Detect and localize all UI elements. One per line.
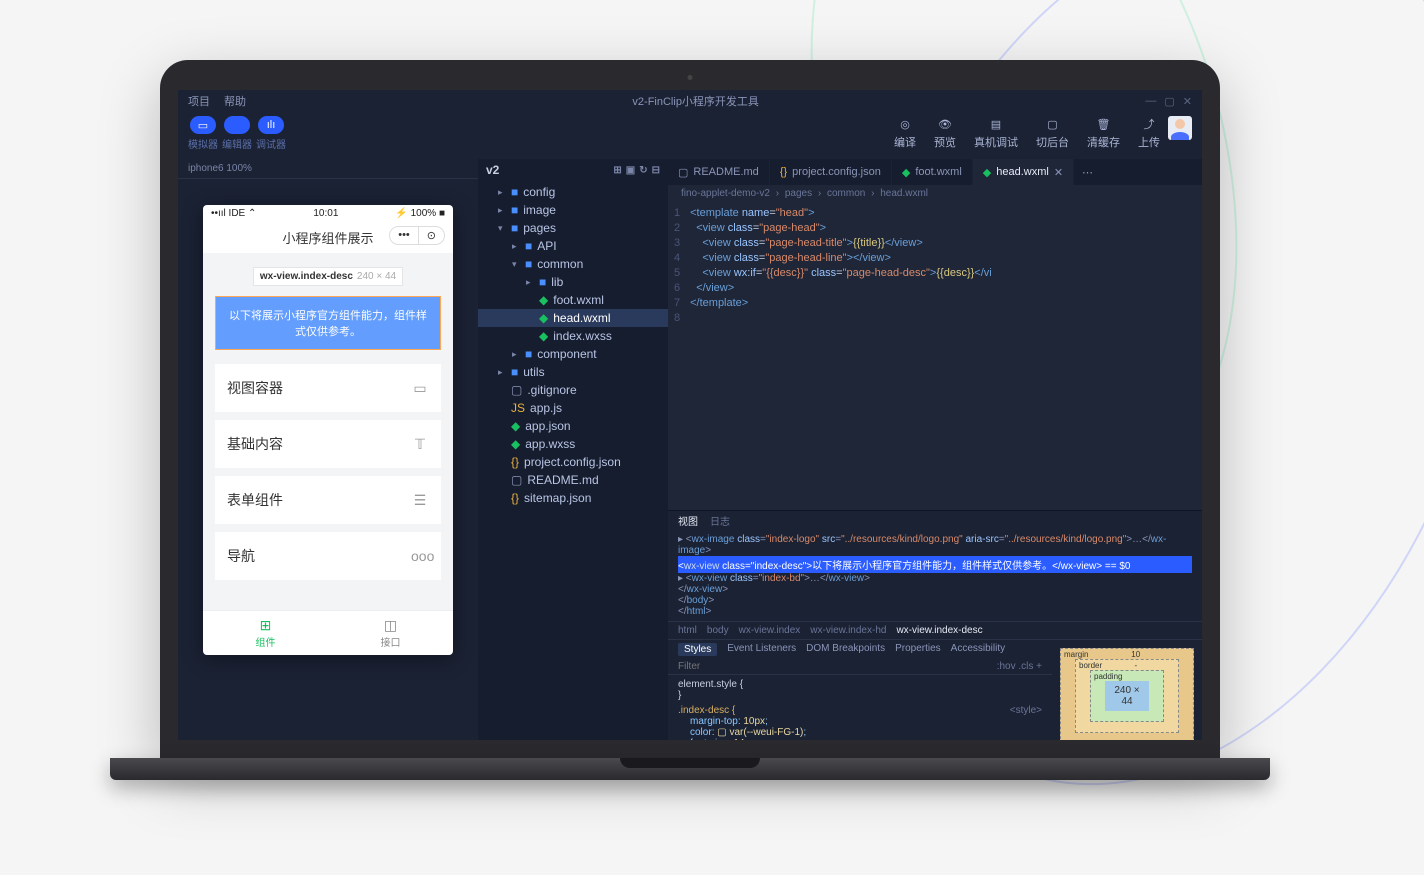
devtools-tab-view[interactable]: 视图: [678, 513, 698, 528]
tree-folder[interactable]: ▾■common: [478, 255, 668, 273]
devtools-subtab[interactable]: Event Listeners: [727, 643, 796, 656]
simulator-device-label: iphone6 100%: [178, 159, 478, 179]
toolbar-action-2[interactable]: ▤真机调试: [974, 116, 1018, 150]
capsule: ••• ⊙: [389, 226, 445, 245]
tree-file[interactable]: JSapp.js: [478, 399, 668, 417]
toolbar: ▭模拟器编辑器ılı调试器 ◎编译 👁预览 ▤真机调试 ▢切后台 🗑清缓存 ⤴上传: [178, 112, 1202, 159]
menu-item[interactable]: 视图容器▭: [215, 364, 441, 412]
tree-file[interactable]: ▢README.md: [478, 471, 668, 489]
devtools-panel: 视图 日志 ▸ <wx-image class="index-logo" src…: [668, 510, 1202, 740]
tree-folder[interactable]: ▸■API: [478, 237, 668, 255]
phone-preview: ••ııl IDE ⌃ 10:01 ⚡ 100% ■ 小程序组件展示 ••• ⊙: [203, 205, 453, 655]
simulator-panel: iphone6 100% ••ııl IDE ⌃ 10:01 ⚡ 100% ■ …: [178, 159, 478, 740]
dom-crumb[interactable]: wx-view.index: [739, 625, 801, 636]
menu-project[interactable]: 项目: [188, 93, 210, 109]
dom-crumb[interactable]: body: [707, 625, 729, 636]
tree-folder[interactable]: ▾■pages: [478, 219, 668, 237]
tree-folder[interactable]: ▸■image: [478, 201, 668, 219]
new-folder-icon[interactable]: ▣: [626, 165, 635, 176]
selected-element-highlight[interactable]: 以下将展示小程序官方组件能力，组件样式仅供参考。: [215, 296, 441, 350]
editor-tab[interactable]: ▢README.md: [668, 159, 770, 185]
dom-crumb[interactable]: wx-view.index-desc: [896, 625, 982, 636]
tree-folder[interactable]: ▸■utils: [478, 363, 668, 381]
dom-tree[interactable]: ▸ <wx-image class="index-logo" src="../r…: [668, 530, 1202, 621]
editor-panel: ▢README.md{}project.config.json◆foot.wxm…: [668, 159, 1202, 740]
breadcrumb: fino-applet-demo-v2 › pages › common › h…: [668, 185, 1202, 202]
devtools-tab-log[interactable]: 日志: [710, 513, 730, 528]
inspect-tooltip: wx-view.index-desc240 × 44: [253, 267, 403, 286]
tree-file[interactable]: ▢.gitignore: [478, 381, 668, 399]
phone-tab-0[interactable]: ⊞组件: [203, 611, 328, 655]
tree-file[interactable]: ◆app.wxss: [478, 435, 668, 453]
tabs-more-icon[interactable]: ⋯: [1074, 166, 1101, 179]
tree-file[interactable]: ◆index.wxss: [478, 327, 668, 345]
collapse-icon[interactable]: ⊟: [652, 165, 660, 176]
avatar[interactable]: [1168, 116, 1192, 140]
tree-file[interactable]: {}sitemap.json: [478, 489, 668, 507]
menu-help[interactable]: 帮助: [224, 93, 246, 109]
minimize-icon[interactable]: —: [1145, 95, 1156, 108]
editor-tab[interactable]: ◆head.wxml✕: [973, 159, 1074, 185]
toolbar-mode-0[interactable]: ▭模拟器: [188, 116, 218, 151]
css-rules[interactable]: element.style {} <style> .index-desc { m…: [668, 675, 1052, 740]
maximize-icon[interactable]: ▢: [1164, 95, 1174, 108]
menu-item[interactable]: 表单组件☰: [215, 476, 441, 524]
dom-crumb[interactable]: wx-view.index-hd: [810, 625, 886, 636]
tree-folder[interactable]: ▸■component: [478, 345, 668, 363]
tree-folder[interactable]: ▸■config: [478, 183, 668, 201]
hov-toggle[interactable]: :hov: [997, 661, 1016, 672]
tab-close-icon[interactable]: ✕: [1054, 166, 1063, 179]
devtools-subtab[interactable]: DOM Breakpoints: [806, 643, 885, 656]
tree-root-name[interactable]: v2: [486, 163, 499, 177]
tree-file[interactable]: ◆app.json: [478, 417, 668, 435]
menubar: 项目 帮助 v2-FinClip小程序开发工具 — ▢ ✕: [178, 90, 1202, 112]
devtools-subtab[interactable]: Styles: [678, 643, 717, 656]
app-screen: 项目 帮助 v2-FinClip小程序开发工具 — ▢ ✕ ▭模拟器编辑器ılı…: [178, 90, 1202, 740]
status-signal: ••ııl IDE ⌃: [211, 208, 256, 219]
toolbar-mode-1[interactable]: 编辑器: [222, 116, 252, 151]
window-controls: — ▢ ✕: [1145, 95, 1192, 108]
toolbar-action-0[interactable]: ◎编译: [894, 116, 916, 150]
box-model: margin 10 border - padding 240 × 44: [1052, 640, 1202, 740]
tree-file[interactable]: {}project.config.json: [478, 453, 668, 471]
capsule-more-icon[interactable]: •••: [390, 227, 419, 244]
menu-item[interactable]: 基础内容𝕋: [215, 420, 441, 468]
devtools-subtab[interactable]: Accessibility: [951, 643, 1005, 656]
refresh-icon[interactable]: ↻: [639, 165, 647, 176]
toolbar-action-4[interactable]: 🗑清缓存: [1087, 116, 1120, 150]
code-editor[interactable]: 12345678 <template name="head"> <view cl…: [668, 202, 1202, 510]
toolbar-mode-2[interactable]: ılı调试器: [256, 116, 286, 151]
page-title: 小程序组件展示: [282, 231, 373, 246]
editor-tab[interactable]: ◆foot.wxml: [892, 159, 973, 185]
close-icon[interactable]: ✕: [1183, 95, 1192, 108]
toolbar-action-5[interactable]: ⤴上传: [1138, 116, 1160, 150]
styles-filter-input[interactable]: [678, 661, 997, 672]
add-rule-icon[interactable]: +: [1036, 661, 1042, 672]
capsule-close-icon[interactable]: ⊙: [419, 227, 444, 244]
file-tree-panel: v2 ⊞ ▣ ↻ ⊟ ▸■config▸■image▾■pages▸■API▾■…: [478, 159, 668, 740]
dom-crumb[interactable]: html: [678, 625, 697, 636]
status-time: 10:01: [313, 208, 338, 219]
toolbar-action-1[interactable]: 👁预览: [934, 116, 956, 150]
toolbar-action-3[interactable]: ▢切后台: [1036, 116, 1069, 150]
window-title: v2-FinClip小程序开发工具: [260, 93, 1131, 109]
tree-file[interactable]: ◆head.wxml: [478, 309, 668, 327]
editor-tab[interactable]: {}project.config.json: [770, 159, 892, 185]
tree-file[interactable]: ◆foot.wxml: [478, 291, 668, 309]
phone-tab-1[interactable]: ◫接口: [328, 611, 453, 655]
new-file-icon[interactable]: ⊞: [613, 165, 621, 176]
tree-folder[interactable]: ▸■lib: [478, 273, 668, 291]
status-battery: ⚡ 100% ■: [395, 208, 445, 219]
devtools-subtab[interactable]: Properties: [895, 643, 941, 656]
laptop-frame: 项目 帮助 v2-FinClip小程序开发工具 — ▢ ✕ ▭模拟器编辑器ılı…: [160, 60, 1220, 780]
menu-item[interactable]: 导航ooo: [215, 532, 441, 580]
cls-toggle[interactable]: .cls: [1018, 661, 1033, 672]
